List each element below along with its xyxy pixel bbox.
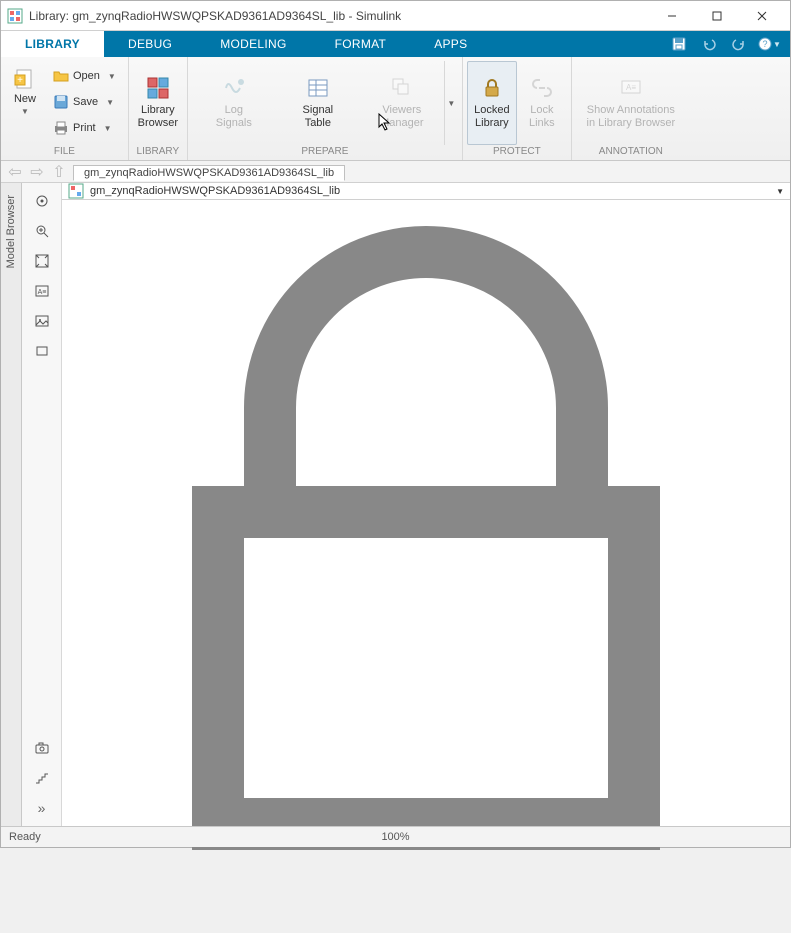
breadcrumb-bar: ⇦ ⇨ ⇧ gm_zynqRadioHWSWQPSKAD9361AD9364SL…	[1, 161, 790, 183]
log-signals-icon	[222, 76, 246, 100]
palette-image-icon[interactable]	[28, 309, 56, 333]
signal-table-icon	[306, 76, 330, 100]
tab-apps[interactable]: APPS	[410, 31, 491, 57]
canvas-tab-dropdown[interactable]: ▼	[776, 187, 784, 196]
model-browser-dock[interactable]: Model Browser	[1, 183, 22, 826]
palette-steps-icon[interactable]	[28, 766, 56, 790]
new-icon: +	[13, 67, 37, 91]
titlebar: Library: gm_zynqRadioHWSWQPSKAD9361AD936…	[1, 1, 790, 31]
palette-camera-icon[interactable]	[28, 736, 56, 760]
canvas-tabbar: gm_zynqRadioHWSWQPSKAD9361AD9364SL_lib ▼	[62, 183, 790, 200]
minimize-button[interactable]	[649, 1, 694, 30]
statusbar: Ready 100%	[1, 826, 790, 847]
ribbon-group-library: Library Browser LIBRARY	[129, 57, 188, 160]
svg-text:+: +	[17, 75, 23, 86]
viewers-manager-button: Viewers Manager	[360, 61, 444, 145]
palette-annotation-icon[interactable]: A≡	[28, 279, 56, 303]
annotation-icon: A≡	[619, 76, 643, 100]
tab-format[interactable]: FORMAT	[311, 31, 411, 57]
lock-links-button: Lock Links	[517, 61, 567, 145]
nav-forward-icon[interactable]: ⇨	[29, 164, 45, 180]
save-icon	[53, 94, 69, 110]
ribbon-tabstrip: LIBRARY DEBUG MODELING FORMAT APPS ?▼	[1, 31, 790, 57]
qat-redo-icon[interactable]	[726, 33, 752, 55]
canvas-tab-name[interactable]: gm_zynqRadioHWSWQPSKAD9361AD9364SL_lib	[90, 185, 776, 197]
qat-help-icon[interactable]: ?▼	[756, 33, 782, 55]
tab-debug[interactable]: DEBUG	[104, 31, 196, 57]
qat-undo-icon[interactable]	[696, 33, 722, 55]
link-icon	[530, 76, 554, 100]
print-button[interactable]: Print▼	[49, 115, 120, 141]
lock-icon	[480, 76, 504, 100]
palette-toolbar: A≡ »	[22, 183, 62, 826]
app-window: Library: gm_zynqRadioHWSWQPSKAD9361AD936…	[0, 0, 791, 848]
canvas-footer	[62, 200, 790, 933]
qat-save-icon[interactable]	[666, 33, 692, 55]
chevron-down-icon: ▼	[21, 107, 29, 116]
tab-modeling[interactable]: MODELING	[196, 31, 310, 57]
library-browser-button[interactable]: Library Browser	[133, 61, 183, 145]
palette-target-icon[interactable]	[28, 189, 56, 213]
status-zoom[interactable]: 100%	[267, 831, 525, 843]
chevron-down-icon: ▼	[106, 98, 114, 107]
window-title: Library: gm_zynqRadioHWSWQPSKAD9361AD936…	[29, 9, 649, 23]
svg-text:A≡: A≡	[37, 289, 46, 296]
close-button[interactable]	[739, 1, 784, 30]
palette-zoom-icon[interactable]	[28, 219, 56, 243]
canvas-tab-icon	[68, 183, 84, 199]
tab-library[interactable]: LIBRARY	[1, 31, 104, 57]
new-button[interactable]: + New ▼	[5, 61, 45, 145]
folder-open-icon	[53, 68, 69, 84]
ribbon-group-annotation: A≡ Show Annotations in Library Browser A…	[572, 57, 690, 160]
breadcrumb-path[interactable]: gm_zynqRadioHWSWQPSKAD9361AD9364SL_lib	[73, 165, 345, 181]
prepare-dropdown[interactable]: ▼	[444, 61, 458, 145]
open-button[interactable]: Open▼	[49, 63, 120, 89]
library-browser-icon	[146, 76, 170, 100]
nav-back-icon[interactable]: ⇦	[7, 164, 23, 180]
nav-up-icon[interactable]: ⇧	[51, 164, 67, 180]
quick-access-toolbar: ?▼	[666, 31, 790, 57]
log-signals-button: Log Signals	[192, 61, 276, 145]
ribbon-group-protect: Locked Library Lock Links PROTECT	[463, 57, 572, 160]
viewers-manager-icon	[390, 76, 414, 100]
save-button[interactable]: Save▼	[49, 89, 120, 115]
lock-icon[interactable]	[62, 915, 790, 932]
chevron-down-icon: ▼	[104, 124, 112, 133]
palette-block-icon[interactable]	[28, 339, 56, 363]
signal-table-button[interactable]: Signal Table	[276, 61, 360, 145]
svg-text:A≡: A≡	[626, 83, 636, 92]
ribbon-group-prepare: Log Signals Signal Table Viewers Manager…	[188, 57, 463, 160]
chevron-down-icon: ▼	[108, 72, 116, 81]
print-icon	[53, 120, 69, 136]
palette-expand-icon[interactable]: »	[28, 796, 56, 820]
svg-text:?: ?	[763, 39, 768, 49]
maximize-button[interactable]	[694, 1, 739, 30]
model-browser-label: Model Browser	[5, 191, 17, 272]
locked-library-button[interactable]: Locked Library	[467, 61, 517, 145]
palette-fit-icon[interactable]	[28, 249, 56, 273]
app-icon	[7, 8, 23, 24]
show-annotations-button: A≡ Show Annotations in Library Browser	[576, 61, 686, 145]
ribbon-group-file: + New ▼ Open▼ Save▼ Print▼ FILE	[1, 57, 129, 160]
status-ready: Ready	[9, 831, 267, 843]
ribbon: + New ▼ Open▼ Save▼ Print▼ FILE Library …	[1, 57, 790, 161]
